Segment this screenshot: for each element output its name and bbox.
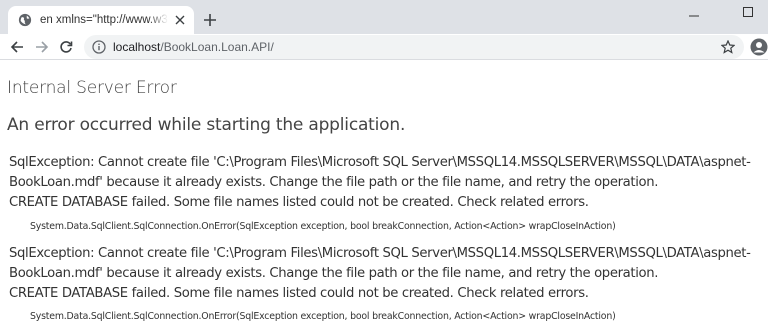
browser-toolbar: localhost/BookLoan.Loan.API/ <box>0 34 768 60</box>
back-button[interactable] <box>7 37 27 57</box>
info-icon[interactable] <box>92 40 106 54</box>
page-title: Internal Server Error <box>7 78 177 98</box>
stack-trace-frame[interactable]: System.Data.SqlClient.SqlConnection.OnEr… <box>30 221 616 232</box>
reload-button[interactable] <box>56 37 76 57</box>
globe-icon <box>18 13 32 27</box>
error-message: SqlException: Cannot create file 'C:\Pro… <box>9 153 768 213</box>
page-subtitle: An error occurred while starting the app… <box>7 115 406 135</box>
arrow-right-icon <box>36 41 49 53</box>
url-text: localhost/BookLoan.Loan.API/ <box>113 40 274 54</box>
browser-tab[interactable]: en xmlns="http://www.w3.org/1999/xhtml" <box>8 6 194 34</box>
minimize-button[interactable] <box>684 6 704 26</box>
error-line: BookLoan.mdf' because it already exists.… <box>9 175 659 190</box>
account-icon <box>750 38 768 56</box>
maximize-icon <box>743 7 753 17</box>
new-tab-button[interactable] <box>200 10 220 30</box>
minimize-icon <box>689 15 699 17</box>
profile-button[interactable] <box>750 38 768 56</box>
error-line: BookLoan.mdf' because it already exists.… <box>9 266 659 281</box>
forward-button[interactable] <box>32 37 52 57</box>
bookmark-button[interactable] <box>720 39 736 55</box>
error-line: SqlException: Cannot create file 'C:\Pro… <box>9 155 751 170</box>
page-content: Internal Server Error An error occurred … <box>0 61 768 332</box>
arrow-left-icon <box>10 41 23 53</box>
error-line: SqlException: Cannot create file 'C:\Pro… <box>9 246 751 261</box>
error-line: CREATE DATABASE failed. Some file names … <box>9 195 589 210</box>
reload-icon <box>60 41 73 53</box>
maximize-button[interactable] <box>738 2 758 22</box>
url-path: /BookLoan.Loan.API/ <box>160 40 274 54</box>
tab-strip: en xmlns="http://www.w3.org/1999/xhtml" <box>0 0 768 34</box>
url-host: localhost <box>113 40 161 54</box>
plus-icon <box>204 14 216 26</box>
address-bar[interactable]: localhost/BookLoan.Loan.API/ <box>84 35 744 59</box>
tab-title: en xmlns="http://www.w3.org/1999/xhtml" <box>40 14 168 26</box>
stack-trace-frame[interactable]: System.Data.SqlClient.SqlConnection.OnEr… <box>30 311 616 322</box>
error-message: SqlException: Cannot create file 'C:\Pro… <box>9 244 768 304</box>
error-line: CREATE DATABASE failed. Some file names … <box>9 286 589 301</box>
close-tab-icon[interactable] <box>172 12 188 28</box>
star-icon <box>721 40 735 54</box>
